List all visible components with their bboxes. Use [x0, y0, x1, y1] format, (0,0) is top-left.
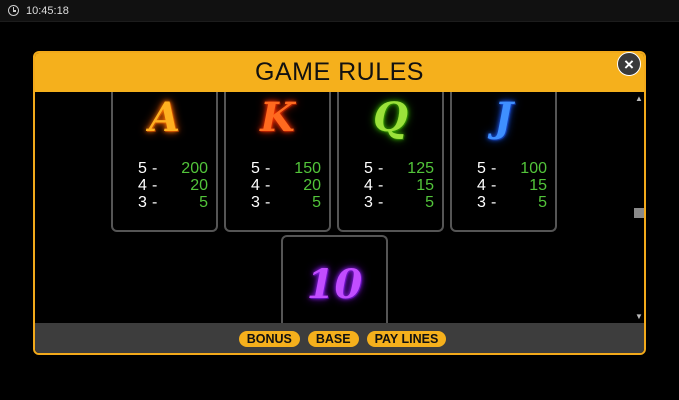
pay-count: 3: [138, 194, 147, 211]
symbol-q-icon: Q: [373, 94, 408, 141]
pay-value: 5: [538, 194, 547, 211]
rules-tab-bar: BONUS BASE PAY LINES: [35, 323, 644, 353]
pay-dash: -: [265, 177, 271, 194]
pay-row: 3- 5: [251, 194, 321, 211]
pay-count: 5: [138, 160, 147, 177]
pay-value: 15: [529, 177, 547, 194]
pay-row: 4- 15: [364, 177, 434, 194]
paytable-card-k: K 5-150 4-20 3-5: [224, 92, 331, 232]
pay-count: 3: [364, 194, 373, 211]
pay-dash: -: [491, 177, 497, 194]
pay-row: 4- 15: [477, 177, 547, 194]
close-button[interactable]: ×: [617, 52, 641, 76]
pay-row: 5- 200: [138, 160, 208, 177]
pay-row: 4- 20: [138, 177, 208, 194]
pay-count: 5: [364, 160, 373, 177]
paytable-card-10: 10: [281, 235, 388, 323]
paytable-k: 5-150 4-20 3-5: [251, 160, 321, 211]
pay-dash: -: [265, 160, 271, 177]
close-icon: ×: [624, 54, 634, 74]
rules-content[interactable]: A 5-200 4-20 3-5 K 5-150 4-20 3-5 Q 5-12…: [35, 92, 632, 323]
dialog-header: GAME RULES: [35, 53, 644, 92]
paytable-q: 5-125 4-15 3-5: [364, 160, 434, 211]
pay-count: 4: [138, 177, 147, 194]
pay-count: 5: [477, 160, 486, 177]
pay-value: 5: [312, 194, 321, 211]
scroll-up-icon[interactable]: ▲: [635, 94, 643, 103]
pay-dash: -: [378, 177, 384, 194]
pay-value: 5: [199, 194, 208, 211]
pay-value: 125: [407, 160, 434, 177]
pay-value: 100: [520, 160, 547, 177]
game-rules-dialog: GAME RULES A 5-200 4-20 3-5 K 5-150 4-20…: [33, 51, 646, 355]
pay-count: 3: [251, 194, 260, 211]
clock-icon: [8, 5, 19, 16]
pay-dash: -: [378, 160, 384, 177]
tab-bonus[interactable]: BONUS: [238, 331, 300, 347]
pay-row: 4- 20: [251, 177, 321, 194]
pay-value: 150: [294, 160, 321, 177]
clock-time: 10:45:18: [26, 4, 69, 17]
pay-count: 3: [477, 194, 486, 211]
pay-value: 200: [181, 160, 208, 177]
paytable-card-q: Q 5-125 4-15 3-5: [337, 92, 444, 232]
pay-dash: -: [265, 194, 271, 211]
pay-row: 3- 5: [477, 194, 547, 211]
status-bar: 10:45:18: [0, 0, 679, 22]
paytable-card-j: J 5-100 4-15 3-5: [450, 92, 557, 232]
symbol-j-icon: J: [494, 94, 513, 141]
tab-pay-lines[interactable]: PAY LINES: [366, 331, 447, 347]
scrollbar[interactable]: ▲ ▼: [632, 92, 644, 323]
tab-base[interactable]: BASE: [307, 331, 359, 347]
pay-count: 4: [477, 177, 486, 194]
pay-row: 5- 150: [251, 160, 321, 177]
symbol-10-icon: 10: [306, 261, 363, 308]
pay-value: 20: [190, 177, 208, 194]
pay-row: 5- 125: [364, 160, 434, 177]
scroll-thumb[interactable]: [634, 208, 644, 218]
pay-dash: -: [378, 194, 384, 211]
scroll-down-icon[interactable]: ▼: [635, 312, 643, 321]
pay-value: 5: [425, 194, 434, 211]
symbol-k-icon: K: [260, 94, 295, 141]
paytable-j: 5-100 4-15 3-5: [477, 160, 547, 211]
pay-value: 20: [303, 177, 321, 194]
pay-dash: -: [152, 194, 158, 211]
pay-row: 5- 100: [477, 160, 547, 177]
paytable-card-a: A 5-200 4-20 3-5: [111, 92, 218, 232]
pay-count: 4: [364, 177, 373, 194]
pay-value: 15: [416, 177, 434, 194]
pay-dash: -: [152, 160, 158, 177]
symbol-a-icon: A: [148, 94, 181, 141]
pay-count: 4: [251, 177, 260, 194]
pay-count: 5: [251, 160, 260, 177]
dialog-title: GAME RULES: [255, 58, 424, 86]
paytable-a: 5-200 4-20 3-5: [138, 160, 208, 211]
pay-dash: -: [152, 177, 158, 194]
pay-dash: -: [491, 160, 497, 177]
pay-dash: -: [491, 194, 497, 211]
pay-row: 3- 5: [138, 194, 208, 211]
pay-row: 3- 5: [364, 194, 434, 211]
